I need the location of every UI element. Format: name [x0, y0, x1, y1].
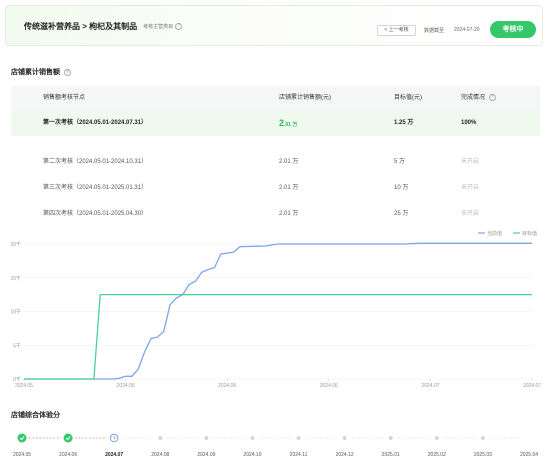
- timeline-month-label: 2025.02: [427, 452, 446, 458]
- category-header-card: 传统滋补营养品 > 枸杞及其制品 考核主营类目 ? < 上一考核 数据截至 20…: [5, 5, 543, 46]
- target-value-line: [24, 293, 532, 380]
- timeline-month-label: 2024.11: [289, 452, 308, 458]
- y-tick-label: 10千: [10, 309, 21, 316]
- sales-cell: 2.01 万: [279, 159, 299, 165]
- table-row: 第二次考核（2024.05.01-2024.10.31） 2.01 万 5 万 …: [11, 149, 540, 175]
- x-tick-label: 2024.05: [117, 383, 135, 389]
- sales-cell: 2.01 万: [279, 185, 299, 191]
- sales-value-rest: .01 万: [284, 122, 298, 128]
- current-value-line: [24, 242, 532, 380]
- x-tick-label: 2024.07: [421, 383, 439, 389]
- x-tick-label: 2024.07: [523, 383, 541, 389]
- column-header: 完成情况 ?: [461, 86, 496, 110]
- table-row: 第一次考核（2024.05.01-2024.07.31） 2.01 万 1.25…: [11, 110, 540, 136]
- check-icon: [17, 433, 27, 443]
- pending-dot: [250, 436, 255, 440]
- timeline-month-label: 2024.06: [59, 452, 78, 458]
- target-cell: 5 万: [394, 159, 406, 165]
- y-tick-label: 15千: [10, 275, 21, 282]
- check-icon: [63, 433, 73, 443]
- data-deadline-label: 数据截至: [424, 28, 445, 34]
- breadcrumb: 传统滋补营养品 > 枸杞及其制品 考核主营类目 ?: [24, 21, 183, 32]
- period-cell: 第一次考核（2024.05.01-2024.07.31）: [43, 120, 148, 126]
- timeline-month-label: 2025.04: [519, 452, 539, 458]
- target-cell: 1.25 万: [394, 120, 414, 126]
- status-cell: 未开启: [461, 159, 480, 165]
- pending-dot: [480, 436, 485, 440]
- y-tick-label: 0千: [13, 376, 21, 383]
- help-icon[interactable]: ?: [175, 23, 183, 30]
- status-cell: 100%: [461, 120, 477, 126]
- timeline-month-label: 2024.09: [197, 452, 216, 458]
- pending-dot: [434, 436, 439, 440]
- status-cell: 未开启: [461, 185, 480, 191]
- period-cell: 第三次考核（2024.05.01-2025.01.31）: [43, 185, 148, 191]
- timeline-month-label: 2025.03: [473, 452, 492, 458]
- timeline-month-label: 2024.12: [335, 452, 354, 458]
- y-tick-label: 5千: [13, 342, 21, 349]
- column-header: 目标值(元): [394, 95, 422, 101]
- period-cell: 第二次考核（2024.05.01-2024.10.31）: [43, 159, 148, 165]
- score-timeline: [17, 433, 520, 443]
- timeline-month-label: 2024.05: [12, 452, 32, 458]
- sales-section-title-text: 店铺累计销售额: [11, 69, 60, 76]
- legend-label: 当前值: [487, 230, 502, 237]
- target-cell: 10 万: [394, 185, 409, 191]
- table-header: 销售额考核节点 店铺累计销售额(元) 目标值(元) 完成情况 ?: [11, 86, 540, 110]
- timeline-month-label: 2024.07: [105, 452, 124, 458]
- y-tick-label: 20千: [10, 241, 21, 248]
- timeline-month-label: 2025.01: [381, 452, 400, 458]
- x-tick-label: 2024.06: [218, 383, 236, 389]
- previous-assessment-button[interactable]: < 上一考核: [377, 25, 416, 36]
- sales-section-title: 店铺累计销售额 ?: [11, 67, 71, 77]
- timeline-month-label: 2024.10: [243, 452, 262, 458]
- pending-dot: [388, 436, 393, 440]
- data-deadline-date: 2024-07-20: [454, 27, 480, 33]
- category-subtitle: 考核主营类目: [143, 24, 174, 30]
- x-tick-label: 2024.05: [15, 383, 33, 389]
- assessment-status-badge[interactable]: 考核中: [490, 21, 536, 38]
- column-header: 销售额考核节点: [43, 95, 86, 101]
- pending-dot: [342, 436, 347, 440]
- pending-dot: [158, 436, 163, 440]
- sales-table: 销售额考核节点 店铺累计销售额(元) 目标值(元) 完成情况 ? 第一次考核（2…: [11, 86, 540, 227]
- category-path: 传统滋补营养品 > 枸杞及其制品: [24, 22, 138, 31]
- help-icon[interactable]: ?: [63, 68, 71, 76]
- score-section-title: 店铺综合体验分: [11, 412, 60, 419]
- sales-trend-chart: 0千 5千 10千 15千 20千 2024.05 2024.05 2024.06 2024.0…: [10, 230, 541, 389]
- timeline-month-label: 2024.08: [151, 452, 170, 458]
- sales-cell: 2.01 万: [279, 110, 297, 138]
- table-row: 第三次考核（2024.05.01-2025.01.31） 2.01 万 10 万…: [11, 175, 540, 201]
- pending-dot: [296, 436, 301, 440]
- pending-dot: [204, 436, 209, 440]
- column-header: 店铺累计销售额(元): [279, 95, 331, 101]
- legend-label: 目标值: [522, 230, 537, 237]
- x-tick-label: 2024.06: [320, 383, 338, 389]
- column-header-text: 完成情况: [461, 95, 486, 101]
- help-icon[interactable]: ?: [488, 93, 496, 101]
